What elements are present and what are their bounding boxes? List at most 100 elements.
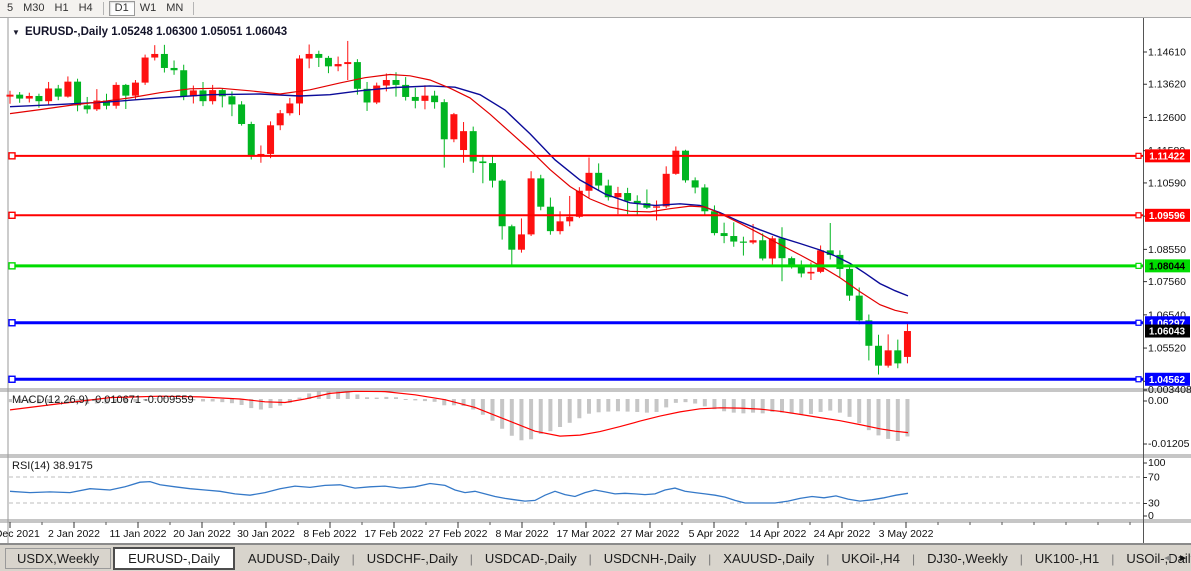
date-tick-label: 17 Feb 2022 — [365, 528, 424, 540]
candle-bull — [64, 81, 72, 97]
candle-bear — [122, 84, 130, 96]
chart-title: EURUSD-,Daily 1.05248 1.06300 1.05051 1.… — [25, 26, 287, 38]
tab-xauusd-daily[interactable]: XAUUSD-,Daily — [712, 548, 825, 569]
macd-bar — [500, 399, 505, 429]
chart-window[interactable]: 1.146101.136201.126001.115801.105901.095… — [0, 18, 1191, 544]
candle-bear — [16, 94, 24, 99]
macd-bar — [471, 399, 476, 410]
macd-bar — [635, 399, 640, 412]
candle-bull — [382, 80, 390, 86]
date-tick-label: 30 Jan 2022 — [237, 528, 295, 540]
svg-text:100: 100 — [1148, 457, 1166, 469]
macd-bar — [384, 396, 389, 399]
macd-bar — [828, 399, 833, 411]
macd-bar — [837, 399, 842, 413]
svg-text:0.00: 0.00 — [1148, 395, 1169, 407]
macd-bar — [625, 399, 630, 412]
hline-handle[interactable] — [8, 375, 16, 383]
timeframe-button-w1[interactable]: W1 — [135, 1, 162, 16]
candle-bear — [537, 178, 545, 207]
macd-bar — [210, 399, 215, 402]
chart-canvas[interactable]: 1.146101.136201.126001.115801.105901.095… — [0, 18, 1191, 544]
candle-bear — [855, 295, 863, 321]
macd-bar — [413, 399, 418, 401]
macd-bar — [567, 399, 572, 423]
macd-bar — [268, 399, 273, 409]
candle-bull — [267, 125, 275, 154]
candle-bear — [720, 233, 728, 237]
tab-ukoil-h4[interactable]: UKOil-,H4 — [830, 548, 911, 569]
macd-bar — [548, 399, 553, 432]
toolbar-separator — [193, 2, 195, 15]
date-tick-label: 24 Apr 2022 — [814, 528, 871, 540]
tab-uk100-h1[interactable]: UK100-,H1 — [1024, 548, 1110, 569]
svg-text:1.12600: 1.12600 — [1148, 112, 1186, 124]
tab-usdchf-daily[interactable]: USDCHF-,Daily — [356, 548, 469, 569]
tabs-scroll-right-button[interactable]: ► — [1178, 553, 1188, 564]
candle-bear — [392, 80, 400, 85]
tab-audusd-daily[interactable]: AUDUSD-,Daily — [237, 548, 351, 569]
candle-bear — [759, 240, 767, 259]
date-tick-label: 3 May 2022 — [879, 528, 934, 540]
candle-bull — [585, 172, 593, 191]
svg-text:1.13620: 1.13620 — [1148, 79, 1186, 91]
hline-axis-handle — [1135, 376, 1142, 383]
hline-handle[interactable] — [8, 319, 16, 327]
hline-axis-handle — [1135, 319, 1142, 326]
macd-bar — [480, 399, 485, 415]
candle-bear — [546, 206, 554, 232]
date-tick-label: 8 Feb 2022 — [303, 528, 356, 540]
svg-text:1.10590: 1.10590 — [1148, 177, 1186, 189]
date-tick-label: 5 Apr 2022 — [689, 528, 740, 540]
candle-bear — [83, 105, 91, 110]
macd-bar — [326, 391, 331, 399]
candle-bull — [614, 193, 622, 198]
tab-usdcnh-daily[interactable]: USDCNH-,Daily — [593, 548, 707, 569]
macd-bar — [201, 399, 205, 402]
candle-bear — [160, 53, 168, 68]
candle-bull — [662, 173, 670, 207]
candle-bear — [875, 345, 882, 366]
macd-bar — [519, 399, 524, 441]
svg-text:1.14610: 1.14610 — [1148, 47, 1186, 59]
macd-bar — [780, 399, 784, 413]
tab-usdx-weekly[interactable]: USDX,Weekly — [5, 548, 112, 569]
candle-bull — [556, 221, 564, 232]
macd-bar — [886, 399, 891, 439]
candle-bull — [141, 57, 149, 83]
hline-handle[interactable] — [8, 152, 16, 160]
timeframe-button-d1[interactable]: D1 — [108, 1, 135, 16]
hline-axis-handle — [1135, 262, 1142, 269]
candle-bear — [180, 70, 188, 97]
date-tick-label: 17 Mar 2022 — [557, 528, 616, 540]
timeframe-button-mn[interactable]: MN — [161, 1, 188, 16]
timeframe-button-5[interactable]: 5 — [2, 1, 18, 16]
hline-axis-handle — [1135, 152, 1142, 159]
candle-bear — [74, 81, 82, 106]
candle-bear — [35, 95, 43, 102]
macd-bar — [905, 399, 910, 437]
tab-scroll-buttons: ◄ ► — [1162, 545, 1188, 571]
tab-usdcad-daily[interactable]: USDCAD-,Daily — [474, 548, 588, 569]
timeframe-button-h1[interactable]: H1 — [50, 1, 74, 16]
macd-bar — [355, 394, 360, 399]
hline-handle[interactable] — [8, 262, 16, 270]
macd-bar — [229, 399, 234, 404]
symbol-dropdown-icon[interactable]: ▼ — [12, 28, 20, 37]
tab-dj30-weekly[interactable]: DJ30-,Weekly — [916, 548, 1019, 569]
timeframe-button-m30[interactable]: M30 — [18, 1, 49, 16]
macd-bar — [751, 399, 756, 413]
timeframe-button-h4[interactable]: H4 — [74, 1, 98, 16]
tab-eurusd-daily[interactable]: EURUSD-,Daily — [113, 547, 235, 570]
date-tick-label: 27 Feb 2022 — [429, 528, 488, 540]
tabs-scroll-left-button[interactable]: ◄ — [1162, 553, 1172, 564]
svg-text:1.08550: 1.08550 — [1148, 244, 1186, 256]
macd-bar — [693, 399, 698, 404]
svg-text:70: 70 — [1148, 472, 1160, 484]
hline-handle[interactable] — [8, 211, 16, 220]
candle-bull — [672, 150, 680, 174]
date-tick-label: 20 Jan 2022 — [173, 528, 231, 540]
svg-text:1.07560: 1.07560 — [1148, 276, 1186, 288]
candle-bull — [296, 58, 303, 104]
candle-bear — [778, 238, 786, 259]
